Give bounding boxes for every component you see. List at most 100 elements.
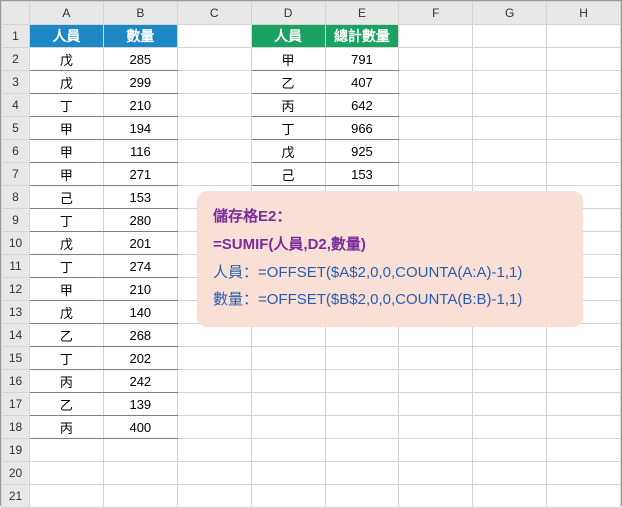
corner-cell[interactable]	[2, 2, 30, 25]
cell[interactable]: 戊	[251, 140, 325, 163]
cell[interactable]	[399, 71, 473, 94]
cell[interactable]	[547, 416, 621, 439]
cell[interactable]	[251, 347, 325, 370]
cell[interactable]	[251, 416, 325, 439]
row-header[interactable]: 11	[2, 255, 30, 278]
cell[interactable]: 280	[103, 209, 177, 232]
cell[interactable]: 268	[103, 324, 177, 347]
cell[interactable]: 戊	[30, 48, 104, 71]
cell[interactable]: 甲	[30, 163, 104, 186]
row-header[interactable]: 2	[2, 48, 30, 71]
cell[interactable]	[325, 485, 399, 508]
col-header[interactable]: B	[103, 2, 177, 25]
cell[interactable]	[251, 462, 325, 485]
header-qty[interactable]: 數量	[103, 25, 177, 48]
cell[interactable]: 116	[103, 140, 177, 163]
cell[interactable]: 乙	[251, 71, 325, 94]
cell[interactable]: 丁	[30, 347, 104, 370]
cell[interactable]	[251, 370, 325, 393]
cell[interactable]: 甲	[251, 48, 325, 71]
cell[interactable]	[547, 462, 621, 485]
cell[interactable]	[30, 439, 104, 462]
col-header[interactable]: G	[473, 2, 547, 25]
cell[interactable]	[547, 94, 621, 117]
cell[interactable]: 285	[103, 48, 177, 71]
cell[interactable]	[399, 393, 473, 416]
col-header[interactable]: E	[325, 2, 399, 25]
row-header[interactable]: 1	[2, 25, 30, 48]
cell[interactable]: 153	[325, 163, 399, 186]
cell[interactable]	[177, 393, 251, 416]
cell[interactable]: 丁	[30, 255, 104, 278]
cell[interactable]: 戊	[30, 301, 104, 324]
cell[interactable]	[399, 117, 473, 140]
cell[interactable]: 271	[103, 163, 177, 186]
cell[interactable]	[103, 485, 177, 508]
cell[interactable]	[547, 370, 621, 393]
header-person-2[interactable]: 人員	[251, 25, 325, 48]
row-header[interactable]: 6	[2, 140, 30, 163]
cell[interactable]: 202	[103, 347, 177, 370]
cell[interactable]: 407	[325, 71, 399, 94]
cell[interactable]	[399, 140, 473, 163]
row-header[interactable]: 7	[2, 163, 30, 186]
cell[interactable]: 299	[103, 71, 177, 94]
cell[interactable]: 甲	[30, 278, 104, 301]
cell[interactable]	[325, 416, 399, 439]
cell[interactable]	[473, 25, 547, 48]
cell[interactable]: 274	[103, 255, 177, 278]
row-header[interactable]: 21	[2, 485, 30, 508]
row-header[interactable]: 15	[2, 347, 30, 370]
cell[interactable]: 400	[103, 416, 177, 439]
cell[interactable]	[473, 347, 547, 370]
row-header[interactable]: 18	[2, 416, 30, 439]
cell[interactable]: 乙	[30, 324, 104, 347]
cell[interactable]: 己	[30, 186, 104, 209]
cell[interactable]	[473, 94, 547, 117]
cell[interactable]	[473, 48, 547, 71]
cell[interactable]: 丙	[30, 416, 104, 439]
cell[interactable]	[399, 462, 473, 485]
cell[interactable]	[547, 25, 621, 48]
cell[interactable]	[473, 163, 547, 186]
cell[interactable]	[473, 416, 547, 439]
cell[interactable]	[399, 94, 473, 117]
cell[interactable]	[399, 163, 473, 186]
cell[interactable]	[30, 485, 104, 508]
row-header[interactable]: 17	[2, 393, 30, 416]
cell[interactable]	[177, 94, 251, 117]
cell[interactable]	[547, 71, 621, 94]
cell[interactable]	[177, 48, 251, 71]
row-header[interactable]: 4	[2, 94, 30, 117]
cell[interactable]: 139	[103, 393, 177, 416]
cell[interactable]: 丁	[30, 209, 104, 232]
cell[interactable]	[177, 25, 251, 48]
cell[interactable]: 丙	[30, 370, 104, 393]
cell[interactable]: 丙	[251, 94, 325, 117]
cell[interactable]	[325, 370, 399, 393]
cell[interactable]	[103, 462, 177, 485]
cell[interactable]	[473, 462, 547, 485]
cell[interactable]	[473, 439, 547, 462]
row-header[interactable]: 13	[2, 301, 30, 324]
cell[interactable]	[251, 393, 325, 416]
cell[interactable]	[473, 71, 547, 94]
cell[interactable]: 925	[325, 140, 399, 163]
cell[interactable]	[30, 462, 104, 485]
cell[interactable]: 642	[325, 94, 399, 117]
cell[interactable]	[473, 485, 547, 508]
cell[interactable]: 戊	[30, 71, 104, 94]
row-header[interactable]: 10	[2, 232, 30, 255]
cell[interactable]: 甲	[30, 140, 104, 163]
cell[interactable]	[177, 140, 251, 163]
cell[interactable]: 140	[103, 301, 177, 324]
cell[interactable]	[547, 140, 621, 163]
cell[interactable]	[325, 439, 399, 462]
cell[interactable]	[177, 416, 251, 439]
col-header[interactable]: C	[177, 2, 251, 25]
cell[interactable]	[251, 485, 325, 508]
cell[interactable]	[177, 117, 251, 140]
cell[interactable]	[399, 370, 473, 393]
cell[interactable]	[473, 117, 547, 140]
cell[interactable]: 791	[325, 48, 399, 71]
